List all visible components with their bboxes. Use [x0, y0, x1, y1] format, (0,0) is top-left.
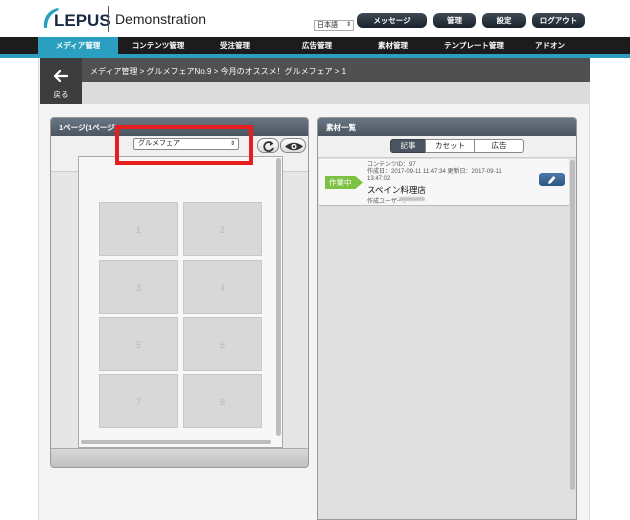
back-label: 戻る: [53, 90, 69, 99]
nav-item-media[interactable]: メディア管理: [38, 37, 118, 54]
admin-button[interactable]: 管理: [433, 13, 476, 28]
back-button[interactable]: 戻る: [40, 58, 82, 104]
content-id: コンテンツID：97: [367, 162, 416, 168]
page-thumbnails: 1 2 3 4 5 6 7 8: [78, 156, 283, 448]
item-dates: 作成日：2017-09-11 11:47:34 更新日：2017-09-11: [367, 169, 502, 175]
nav-item-templates[interactable]: テンプレート管理: [436, 37, 512, 54]
nav-item-addons[interactable]: アドオン: [522, 37, 578, 54]
edit-button[interactable]: [539, 173, 565, 186]
page-tile-2[interactable]: 2: [183, 202, 262, 256]
page-tile-5[interactable]: 5: [99, 317, 178, 371]
page-vertical-scrollbar[interactable]: [276, 158, 281, 436]
page-tile-3[interactable]: 3: [99, 260, 178, 314]
header-divider: [108, 6, 109, 32]
highlight-frame: [115, 125, 253, 165]
app-header: LEPUS Demonstration 日本語 ⇕ メッセージ 管理 設定 ログ…: [0, 0, 630, 37]
nav-item-materials[interactable]: 素材管理: [362, 37, 424, 54]
page-panel-title: 1ページ(1ページ): [59, 123, 118, 132]
logout-button[interactable]: ログアウト: [532, 13, 585, 28]
tab-ad[interactable]: 広告: [474, 139, 524, 153]
item-author-redacted: [399, 197, 425, 201]
language-select-value: 日本語: [317, 22, 338, 29]
page-panel: 1ページ(1ページ) グルメフェア ⇕ 1 2 3 4 5 6 7 8: [50, 117, 309, 468]
page-tile-4[interactable]: 4: [183, 260, 262, 314]
item-updated-time: 13:47:02: [367, 176, 391, 182]
language-select[interactable]: 日本語 ⇕: [314, 20, 354, 31]
rotate-icon: [263, 141, 274, 152]
main-nav: メディア管理 コンテンツ管理 受注管理 広告管理 素材管理 テンプレート管理 ア…: [0, 37, 630, 54]
materials-panel: 素材一覧 記事 カセット 広告 作業中 コンテンツID：97 作成日：2017-…: [317, 117, 577, 520]
app-title: Demonstration: [115, 11, 207, 27]
nav-item-ads[interactable]: 広告管理: [286, 37, 348, 54]
materials-panel-header: 素材一覧: [318, 118, 576, 136]
page-tile-6[interactable]: 6: [183, 317, 262, 371]
tab-cassette[interactable]: カセット: [425, 139, 475, 153]
rotate-button[interactable]: [257, 138, 279, 153]
page-tile-8[interactable]: 8: [183, 374, 262, 428]
settings-button[interactable]: 設定: [482, 13, 526, 28]
materials-panel-title: 素材一覧: [326, 123, 356, 132]
materials-list: 作業中 コンテンツID：97 作成日：2017-09-11 11:47:34 更…: [318, 158, 576, 519]
page-horizontal-scrollbar[interactable]: [81, 440, 271, 444]
status-badge: 作業中: [325, 176, 363, 189]
materials-vertical-scrollbar[interactable]: [570, 160, 575, 490]
logo-text: LEPUS: [54, 11, 111, 30]
arrow-left-icon: [54, 70, 68, 82]
item-title: スペイン料理店: [367, 185, 426, 195]
lepus-logo[interactable]: LEPUS: [40, 6, 111, 32]
pencil-icon: [548, 175, 556, 184]
tab-article[interactable]: 記事: [390, 139, 426, 153]
preview-button[interactable]: [280, 138, 306, 153]
page-tile-7[interactable]: 7: [99, 374, 178, 428]
nav-item-contents[interactable]: コンテンツ管理: [120, 37, 196, 54]
page-panel-footer: [51, 448, 308, 467]
nav-item-orders[interactable]: 受注管理: [204, 37, 266, 54]
eye-icon: [285, 142, 303, 151]
message-button[interactable]: メッセージ: [357, 13, 427, 28]
page-tile-1[interactable]: 1: [99, 202, 178, 256]
breadcrumb: メディア管理 > グルメフェアNo.9 > 今月のオススメ！グルメフェア > 1: [90, 67, 347, 76]
select-arrows-icon: ⇕: [345, 22, 351, 28]
list-item[interactable]: 作業中 コンテンツID：97 作成日：2017-09-11 11:47:34 更…: [319, 159, 569, 206]
